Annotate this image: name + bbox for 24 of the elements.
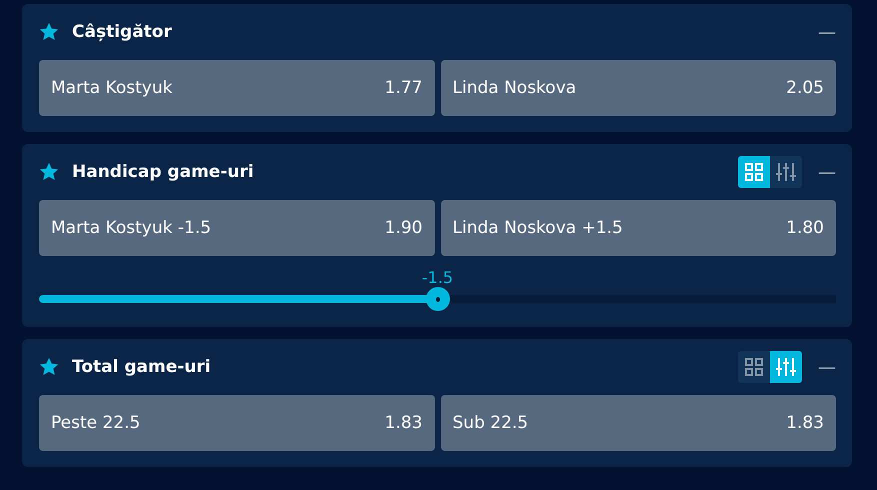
odds-button[interactable]: Linda Noskova 2.05	[440, 60, 836, 116]
odds-button[interactable]: Peste 22.5 1.83	[39, 395, 434, 451]
market-title: Câștigător	[72, 22, 173, 42]
grid-icon	[745, 163, 763, 181]
sliders-view-button[interactable]	[770, 156, 802, 188]
sliders-icon	[776, 162, 796, 182]
star-icon[interactable]	[39, 357, 59, 377]
market-title: Handicap game-uri	[72, 162, 255, 182]
odds-button[interactable]: Linda Noskova +1.5 1.80	[440, 200, 836, 256]
odds-button[interactable]: Marta Kostyuk 1.77	[39, 60, 434, 116]
collapse-button[interactable]: —	[816, 22, 838, 42]
sliders-view-button[interactable]	[770, 351, 802, 383]
odds-button[interactable]: Marta Kostyuk -1.5 1.90	[39, 200, 434, 256]
star-icon[interactable]	[39, 22, 59, 42]
grid-view-button[interactable]	[738, 351, 770, 383]
star-icon[interactable]	[39, 162, 59, 182]
slider-handle[interactable]	[426, 287, 450, 311]
grid-icon	[745, 358, 763, 376]
collapse-button[interactable]: —	[816, 162, 838, 182]
sliders-icon	[776, 357, 796, 377]
collapse-button[interactable]: —	[816, 356, 838, 378]
odds-button[interactable]: Sub 22.5 1.83	[440, 395, 836, 451]
slider-value: -1.5	[422, 268, 454, 287]
market-title: Total game-uri	[72, 357, 212, 377]
